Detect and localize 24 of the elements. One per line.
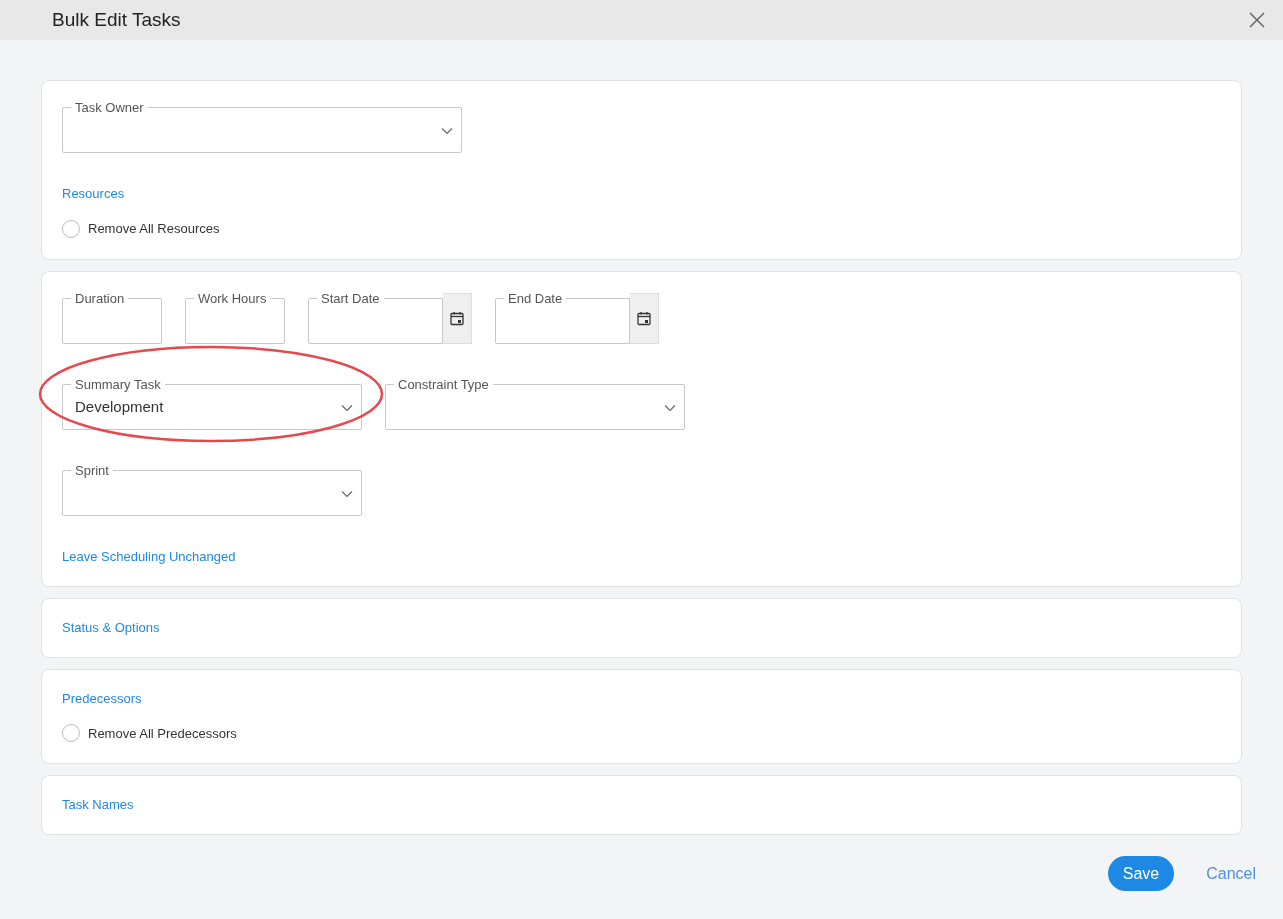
section-link[interactable]: Status & Options	[62, 618, 160, 637]
chevron-down-icon	[441, 127, 453, 135]
chevron-down-icon	[341, 489, 353, 498]
radio-option[interactable]: Remove All Predecessors	[62, 723, 237, 743]
dropdown-field[interactable]: Sprint	[62, 463, 362, 516]
input-field[interactable]: Work Hours	[185, 291, 285, 344]
calendar-button[interactable]	[443, 292, 472, 344]
dropdown-field[interactable]: Task Owner	[62, 101, 462, 153]
dropdown-field[interactable]: Summary Task Development	[62, 377, 362, 430]
chevron-down-icon	[341, 403, 353, 412]
save-button[interactable]: Save	[1107, 856, 1175, 891]
dropdown-field[interactable]: Constraint Type	[385, 377, 685, 430]
section-link[interactable]: Predecessors	[62, 689, 142, 708]
radio-option[interactable]: Remove All Resources	[62, 219, 220, 239]
calendar-button[interactable]	[630, 292, 659, 344]
chevron-down-icon	[664, 403, 676, 412]
calendar-icon	[450, 310, 464, 326]
section-link[interactable]: Task Names	[62, 796, 134, 814]
calendar-icon	[637, 310, 651, 326]
section-link[interactable]: Resources	[62, 185, 125, 203]
window-title: Bulk Edit Tasks	[52, 7, 182, 32]
input-field[interactable]: Duration	[62, 291, 162, 344]
section-link[interactable]: Leave Scheduling Unchanged	[62, 547, 236, 566]
close-button[interactable]	[1247, 10, 1267, 30]
